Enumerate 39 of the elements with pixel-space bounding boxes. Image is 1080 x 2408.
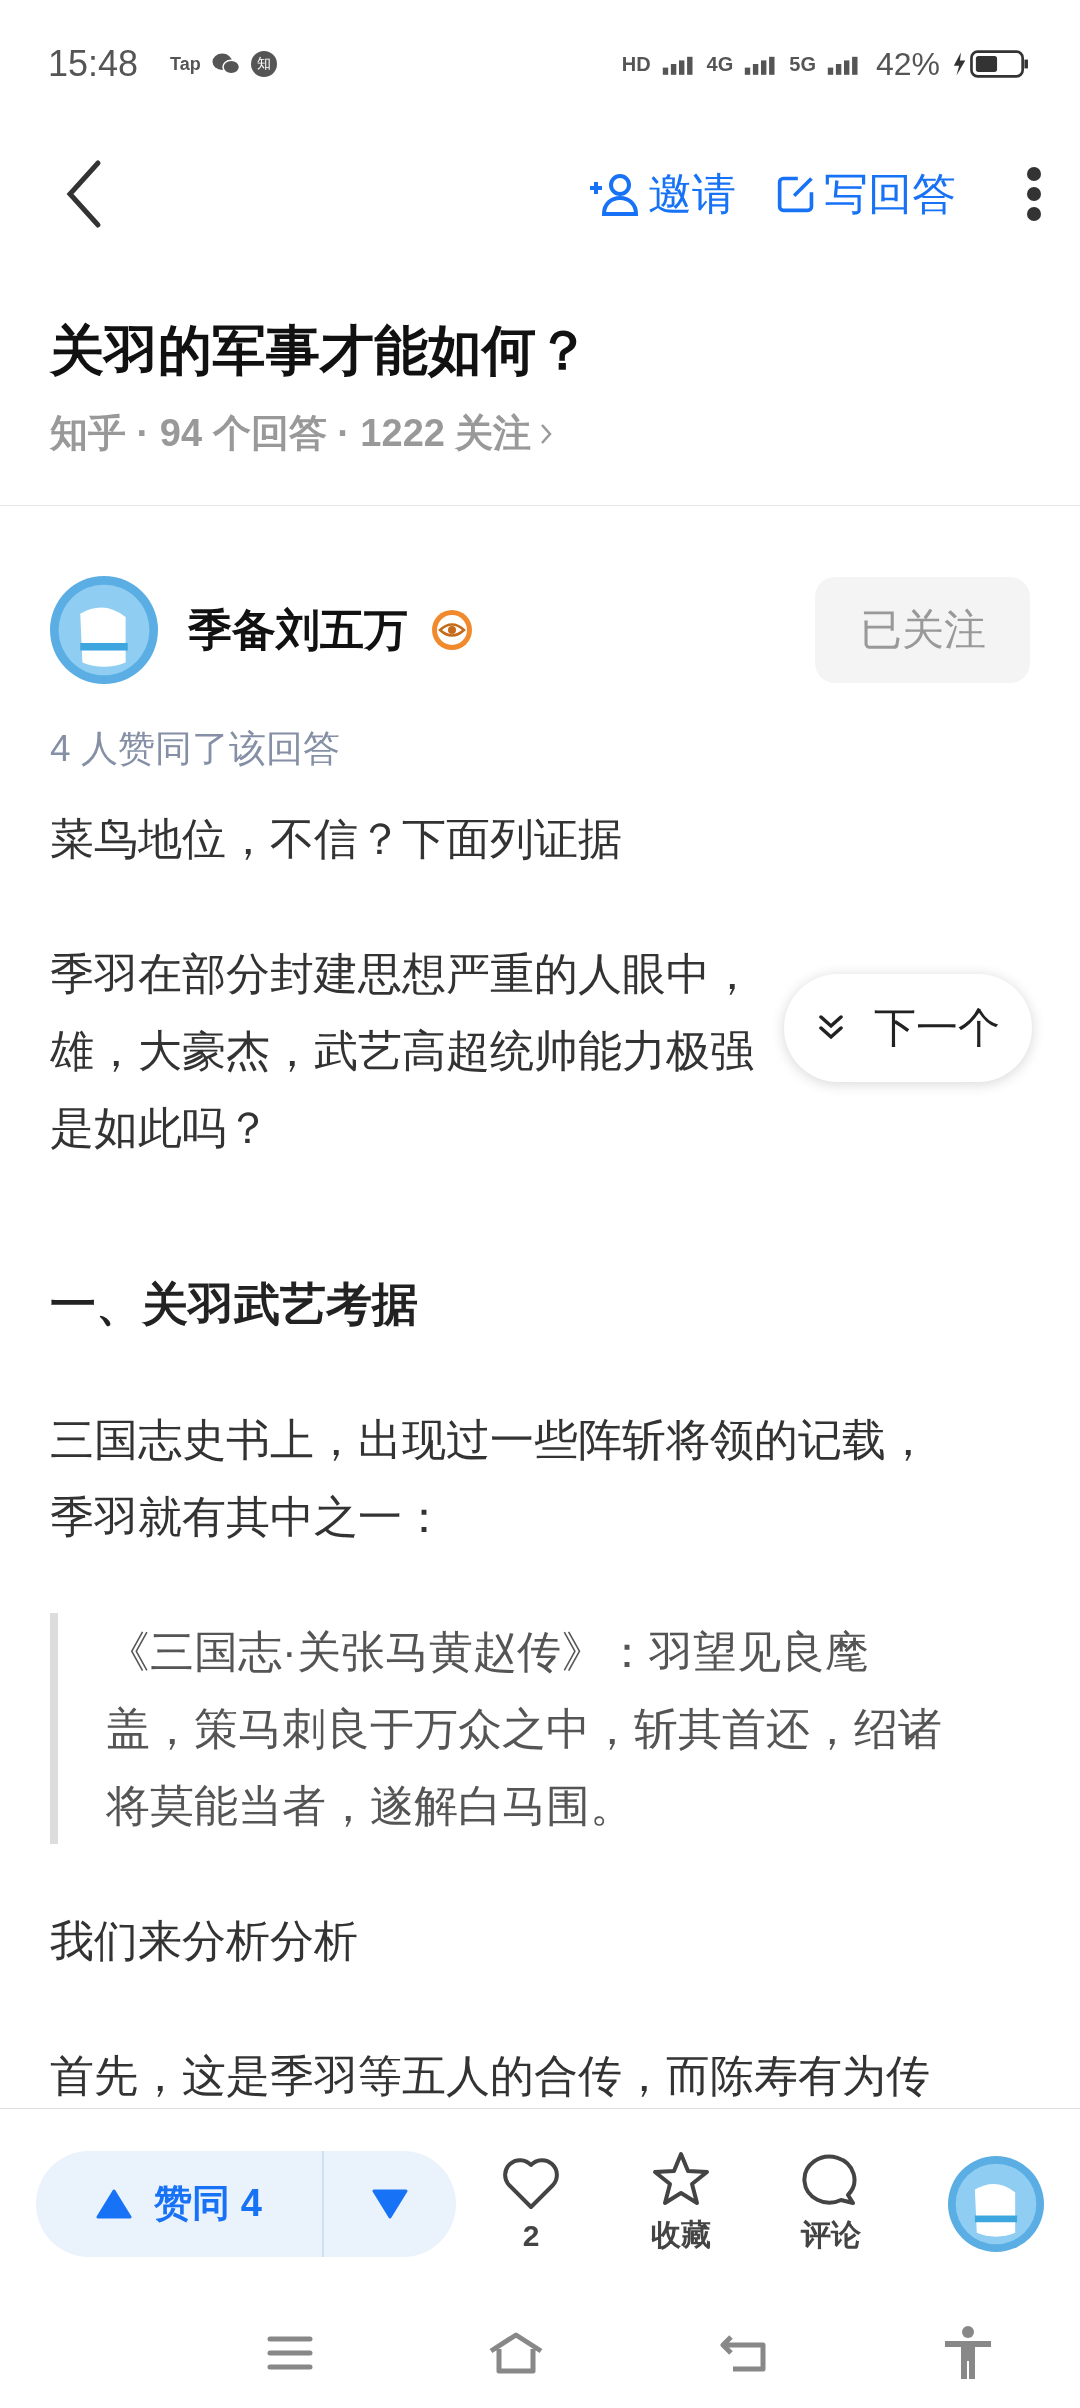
notification-badge: 知 [250,51,277,77]
paragraph: 季羽在部分封建思想严重的人眼中， 雄，大豪杰，武艺高超统帅能力极强 是如此吗？ [50,948,754,1154]
follow-button[interactable]: 已关注 [815,577,1030,683]
status-time: 15:48 [48,43,139,85]
question-meta[interactable]: 知乎 · 94 个回答 · 1222 关注 [50,408,532,459]
invite-button[interactable]: 邀请 [588,164,736,224]
network-label: 4G [706,52,734,76]
like-count: 2 [522,2218,540,2253]
next-answer-button[interactable]: 下一个 [784,974,1032,1082]
section-heading: 一、关羽武艺考据 [50,1277,419,1332]
paragraph: 三国志史书上，出现过一些阵斩将领的记载， 季羽就有其中之一： [50,1414,931,1543]
more-icon[interactable] [1026,166,1042,222]
network-label: HD [621,52,651,76]
author-name[interactable]: 季备刘五万 [188,600,408,660]
battery-percent: 42% [875,45,940,83]
accessibility-icon[interactable] [943,2325,993,2381]
star-icon[interactable] [651,2151,711,2207]
network-label: 5G [789,52,816,76]
triangle-up-icon [96,2188,133,2219]
collect-label[interactable]: 收藏 [651,2215,711,2256]
add-person-icon [588,172,640,216]
upvote-button[interactable]: 赞同 4 [36,2150,324,2257]
notification-label: Tap [170,53,201,75]
avatar[interactable] [948,2155,1044,2252]
edit-icon [776,174,816,214]
home-icon[interactable] [487,2331,545,2375]
downvote-icon[interactable] [372,2188,408,2219]
comment-label[interactable]: 评论 [801,2215,861,2256]
upvote-note: 4 人赞同了该回答 [50,727,341,771]
paragraph: 我们来分析分析 [50,1915,359,1967]
quote-block: 《三国志·关张马黄赵传》：羽望见良麾 盖，策马刺良于万众之中，斩其首还，绍诸 将莫能当者，遂解白马围。 [50,1613,1030,1844]
chat-bubbles-icon [210,52,241,76]
write-answer-button[interactable]: 写回答 [776,164,956,224]
avatar[interactable] [50,576,158,684]
question-title: 关羽的军事才能如何？ [50,319,591,382]
eye-badge-icon [430,608,474,652]
menu-icon[interactable] [267,2335,313,2371]
paragraph: 首先，这是季羽等五人的合传，而陈寿有为传 [50,2050,931,2102]
paragraph: 菜鸟地位，不信？下面列证据 [50,813,623,865]
